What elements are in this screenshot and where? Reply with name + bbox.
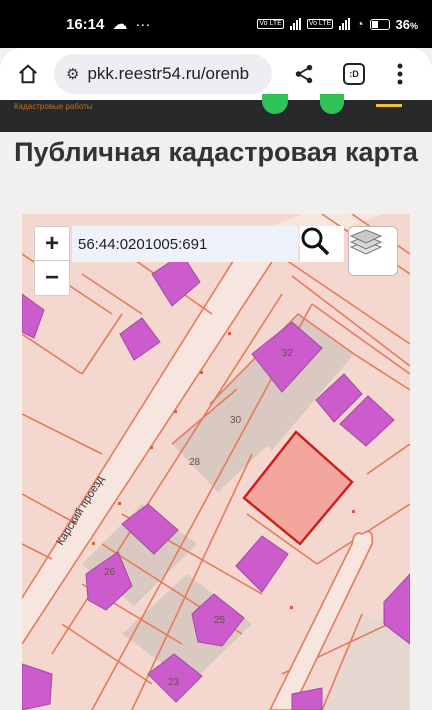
phone-icon[interactable] bbox=[320, 94, 344, 114]
map-canvas[interactable]: 32 30 28 26 25 23 Карский проезд bbox=[22, 214, 410, 710]
hamburger-menu-icon[interactable] bbox=[376, 104, 402, 107]
lot-number-30: 30 bbox=[230, 415, 242, 426]
home-button[interactable] bbox=[10, 56, 46, 92]
zoom-in-button[interactable]: + bbox=[35, 227, 69, 261]
battery-icon bbox=[369, 18, 390, 30]
status-bar: 16:14 ☁ ··· Vo LTE Vo LTE ◔ 36% bbox=[0, 0, 432, 48]
home-icon bbox=[19, 64, 37, 84]
tabs-icon: :D bbox=[343, 63, 365, 85]
cadastral-map[interactable]: 32 30 28 26 25 23 Карский проезд + − bbox=[22, 214, 410, 710]
volte-icon: Vo LTE bbox=[257, 19, 284, 29]
wifi-icon: ◔ bbox=[356, 17, 364, 31]
browser-toolbar: ⚙ pkk.reestr54.ru/orenb :D bbox=[0, 48, 432, 100]
more-vert-icon bbox=[397, 63, 403, 85]
search-button[interactable] bbox=[300, 226, 344, 262]
site-settings-icon[interactable]: ⚙ bbox=[66, 65, 79, 83]
layers-button[interactable] bbox=[348, 226, 398, 276]
cadastral-search-box bbox=[72, 226, 298, 262]
lot-number-28: 28 bbox=[189, 457, 201, 468]
lot-number-32: 32 bbox=[282, 348, 294, 359]
signal-icon bbox=[289, 18, 301, 30]
url-text: pkk.reestr54.ru/orenb bbox=[87, 64, 250, 83]
site-header: Кадастровые работы bbox=[0, 94, 432, 132]
search-icon bbox=[301, 227, 330, 256]
address-bar[interactable]: ⚙ pkk.reestr54.ru/orenb bbox=[54, 54, 272, 94]
share-button[interactable] bbox=[286, 56, 322, 92]
lot-number-25: 25 bbox=[214, 615, 226, 626]
layers-icon bbox=[349, 229, 383, 255]
zoom-control: + − bbox=[34, 226, 70, 296]
lot-number-23: 23 bbox=[168, 677, 180, 688]
signal-icon-2 bbox=[339, 18, 351, 30]
whatsapp-icon[interactable] bbox=[262, 94, 288, 114]
tabs-button[interactable]: :D bbox=[336, 56, 372, 92]
more-notifications-icon: ··· bbox=[135, 15, 151, 33]
brand-text: Кадастровые работы bbox=[14, 102, 93, 111]
volte-icon-2: Vo LTE bbox=[306, 19, 334, 29]
lot-number-26: 26 bbox=[104, 567, 116, 578]
cloud-icon: ☁ bbox=[112, 16, 128, 33]
battery-level: 36% bbox=[395, 16, 418, 32]
share-icon bbox=[295, 64, 313, 84]
page-title: Публичная кадастровая карта bbox=[14, 137, 418, 167]
clock: 16:14 bbox=[66, 15, 105, 33]
browser-menu-button[interactable] bbox=[382, 56, 418, 92]
zoom-out-button[interactable]: − bbox=[35, 261, 69, 295]
cadastral-number-input[interactable] bbox=[78, 235, 298, 253]
